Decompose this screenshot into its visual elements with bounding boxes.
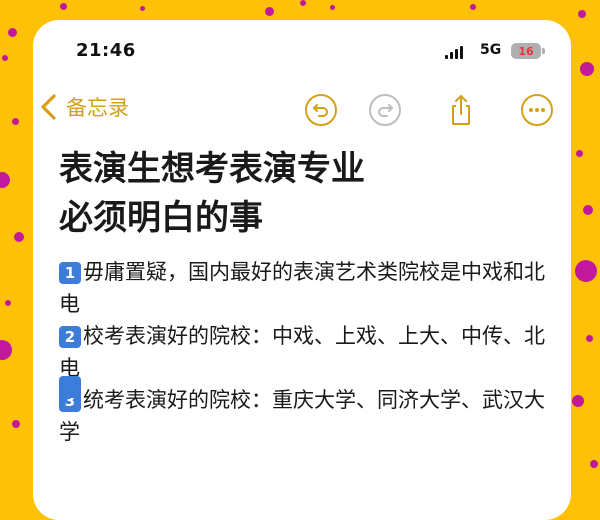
- background-dot: [2, 55, 8, 61]
- more-icon: [521, 94, 553, 126]
- list-item: 1 毋庸置疑，国内最好的表演艺术类院校是中戏和北电: [59, 256, 549, 320]
- background-dot: [12, 420, 20, 428]
- background-dot: [470, 4, 476, 10]
- number-badge-1: 1: [59, 262, 81, 284]
- nav-bar: 备忘录: [33, 90, 571, 132]
- status-time: 21:46: [76, 40, 136, 61]
- note-body[interactable]: 表演生想考表演专业 必须明白的事 1 毋庸置疑，国内最好的表演艺术类院校是中戏和北…: [59, 145, 549, 448]
- background-dot: [265, 7, 274, 16]
- back-label: 备忘录: [66, 96, 129, 120]
- network-type: 5G: [480, 42, 502, 58]
- background-dot: [575, 260, 597, 282]
- background-dot: [572, 395, 584, 407]
- list-item: 2 校考表演好的院校：中戏、上戏、上大、中传、北电: [59, 320, 549, 384]
- background-dot: [0, 172, 10, 188]
- note-title-line-2: 必须明白的事: [59, 198, 263, 238]
- background-dot: [0, 340, 12, 360]
- background-dot: [5, 300, 11, 306]
- background-dot: [576, 150, 583, 157]
- more-button[interactable]: [519, 92, 555, 128]
- background-dot: [12, 118, 19, 125]
- chevron-left-icon: [41, 94, 56, 120]
- background-dot: [586, 335, 593, 342]
- undo-button[interactable]: [303, 92, 339, 128]
- background-dot: [590, 460, 598, 468]
- background-dot: [583, 205, 593, 215]
- background-dot: [140, 6, 145, 11]
- battery-level: 16: [518, 44, 534, 58]
- back-button[interactable]: 备忘录: [38, 92, 129, 122]
- background-dot: [330, 5, 335, 10]
- list-item-text: 校考表演好的院校：中戏、上戏、上大、中传、北电: [59, 324, 545, 380]
- note-title: 表演生想考表演专业 必须明白的事: [59, 145, 549, 243]
- share-icon: [452, 95, 470, 125]
- list-item-text: 统考表演好的院校：重庆大学、同济大学、武汉大学: [59, 388, 545, 444]
- cellular-signal-icon: [445, 45, 463, 59]
- background-dot: [8, 28, 17, 37]
- share-button[interactable]: [443, 92, 479, 128]
- number-badge-2: 2: [59, 326, 81, 348]
- background-dot: [580, 62, 594, 76]
- background-dot: [14, 232, 24, 242]
- note-title-line-1: 表演生想考表演专业: [59, 149, 365, 189]
- battery-icon: 16: [511, 43, 541, 59]
- phone-screen: 21:46 5G 16 备忘录 表演生想考表演专业 必须明白的事 1 毋庸置疑，…: [33, 20, 571, 520]
- redo-icon: [369, 94, 401, 126]
- background-dot: [578, 10, 586, 18]
- list-item-text: 毋庸置疑，国内最好的表演艺术类院校是中戏和北电: [59, 260, 545, 316]
- status-bar: 21:46 5G 16: [33, 20, 571, 80]
- background-dot: [60, 3, 67, 10]
- background-dot: [300, 0, 306, 6]
- undo-icon: [305, 94, 337, 126]
- redo-button[interactable]: [367, 92, 403, 128]
- battery-cap: [542, 48, 545, 54]
- list-item: 3 统考表演好的院校：重庆大学、同济大学、武汉大学: [59, 384, 549, 448]
- number-badge-partial: [59, 376, 81, 398]
